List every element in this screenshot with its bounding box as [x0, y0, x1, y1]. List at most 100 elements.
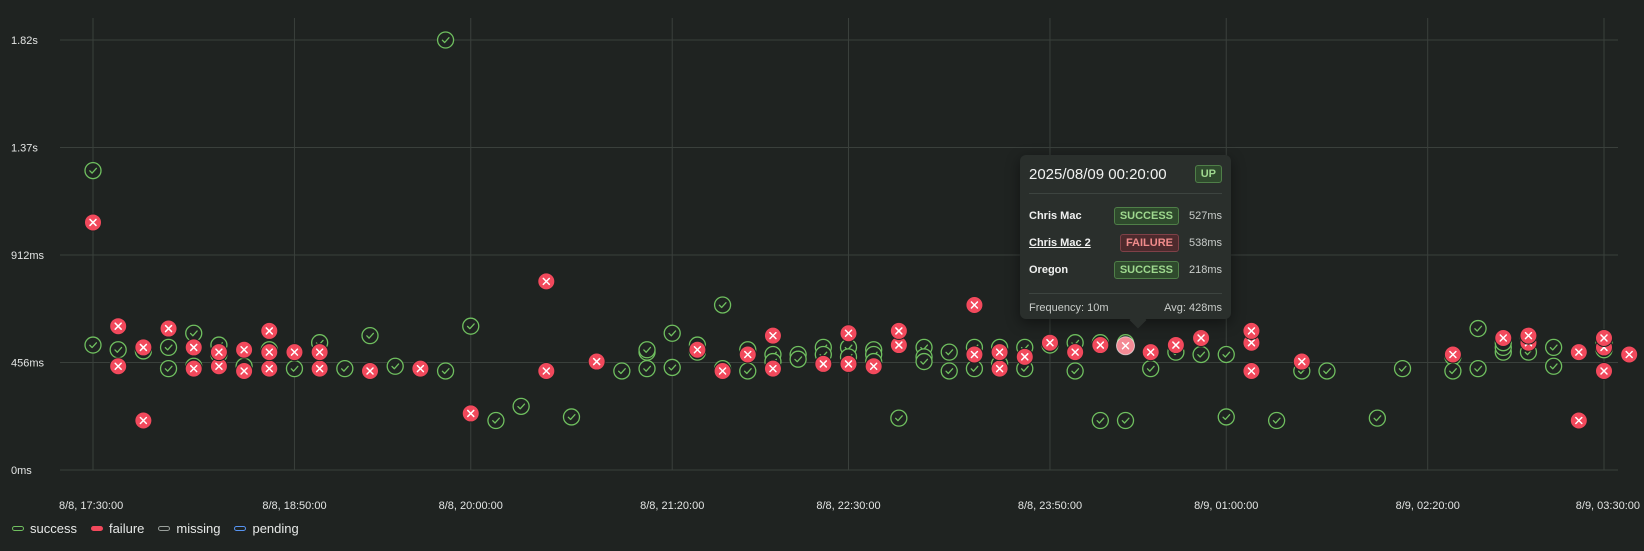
success-point[interactable] [1217, 345, 1235, 364]
failure-point[interactable] [738, 345, 757, 364]
success-point[interactable] [462, 317, 480, 335]
success-point[interactable] [1393, 359, 1412, 378]
failure-point[interactable] [1569, 343, 1588, 362]
success-point[interactable] [915, 352, 933, 371]
success-point[interactable] [285, 359, 304, 378]
failure-point[interactable] [1494, 328, 1513, 347]
success-point[interactable] [1368, 409, 1386, 427]
failure-point[interactable] [990, 343, 1009, 362]
success-point[interactable] [1544, 357, 1563, 375]
failure-point[interactable] [839, 354, 858, 373]
success-point[interactable] [1469, 359, 1487, 378]
failure-point[interactable] [235, 361, 254, 380]
failure-point[interactable] [990, 359, 1009, 378]
failure-point[interactable] [1066, 343, 1085, 362]
success-point[interactable] [1318, 362, 1336, 380]
failure-point[interactable] [1443, 345, 1462, 364]
failure-point[interactable] [235, 340, 254, 359]
failure-point[interactable] [260, 321, 279, 340]
failure-point[interactable] [84, 213, 102, 232]
success-point[interactable] [1444, 362, 1462, 380]
failure-point[interactable] [260, 343, 279, 362]
success-point[interactable] [361, 326, 379, 345]
failure-point[interactable] [184, 359, 203, 378]
failure-point[interactable] [537, 272, 556, 291]
failure-point[interactable] [134, 411, 153, 430]
success-point[interactable] [159, 338, 178, 357]
failure-point[interactable] [537, 361, 556, 380]
success-point[interactable] [1192, 345, 1210, 364]
failure-point[interactable] [411, 359, 430, 378]
failure-point[interactable] [1015, 347, 1034, 366]
success-point[interactable] [1116, 411, 1135, 430]
failure-point[interactable] [461, 404, 480, 423]
failure-point[interactable] [184, 338, 203, 357]
failure-point[interactable] [889, 321, 908, 340]
success-point[interactable] [436, 31, 455, 49]
failure-point[interactable] [1242, 321, 1261, 340]
failure-point[interactable] [763, 326, 782, 345]
failure-point[interactable] [1040, 333, 1059, 352]
success-point[interactable] [84, 336, 102, 354]
failure-point[interactable] [864, 357, 883, 376]
failure-point[interactable] [260, 359, 279, 378]
success-point[interactable] [487, 411, 505, 430]
tooltip-row-name-link[interactable]: Chris Mac 2 [1029, 237, 1120, 249]
failure-point[interactable] [839, 324, 858, 343]
success-point[interactable] [84, 161, 102, 180]
failure-point[interactable] [713, 361, 732, 380]
success-point[interactable] [436, 362, 455, 380]
failure-point[interactable] [310, 359, 329, 378]
failure-point[interactable] [285, 343, 304, 362]
legend-item-pending[interactable]: pending [234, 521, 299, 536]
legend-item-failure[interactable]: failure [90, 521, 144, 536]
failure-point[interactable] [1519, 326, 1538, 345]
failure-point[interactable] [109, 317, 128, 336]
failure-point[interactable] [587, 352, 606, 371]
failure-point[interactable] [1595, 361, 1613, 380]
success-point[interactable] [159, 359, 178, 378]
failure-point[interactable] [1292, 352, 1311, 371]
failure-point[interactable] [361, 361, 380, 380]
success-point[interactable] [1267, 411, 1286, 430]
success-point[interactable] [890, 409, 908, 427]
failure-point[interactable] [1192, 328, 1211, 347]
failure-point[interactable] [965, 295, 984, 314]
failure-point[interactable] [1242, 361, 1261, 380]
success-point[interactable] [613, 362, 631, 380]
success-point[interactable] [109, 341, 127, 359]
success-point[interactable] [1091, 411, 1109, 430]
success-point[interactable] [940, 343, 958, 361]
success-point[interactable] [638, 359, 656, 378]
success-point[interactable] [386, 357, 404, 375]
success-point[interactable] [1217, 408, 1235, 426]
success-point[interactable] [638, 341, 656, 359]
failure-point[interactable] [1595, 328, 1613, 347]
failure-point[interactable] [109, 357, 128, 376]
success-point[interactable] [1469, 319, 1487, 338]
failure-point[interactable] [965, 345, 984, 364]
success-point[interactable] [663, 324, 681, 342]
failure-point[interactable] [763, 359, 782, 378]
failure-point[interactable] [688, 340, 707, 359]
failure-point[interactable] [159, 319, 178, 338]
success-point[interactable] [1142, 359, 1160, 378]
failure-point[interactable] [1141, 343, 1160, 362]
success-point[interactable] [562, 408, 581, 426]
failure-point[interactable] [1620, 345, 1639, 364]
success-point[interactable] [663, 358, 681, 377]
failure-point[interactable] [310, 343, 329, 362]
failure-point[interactable] [1569, 411, 1588, 430]
legend-item-success[interactable]: success [12, 521, 77, 536]
failure-point[interactable] [1091, 336, 1110, 355]
success-point[interactable] [1066, 362, 1084, 380]
failure-point[interactable] [134, 338, 153, 357]
failure-point[interactable] [814, 354, 833, 373]
success-point[interactable] [713, 296, 732, 314]
legend-item-missing[interactable]: missing [158, 521, 220, 536]
success-point[interactable] [1544, 338, 1563, 357]
success-point[interactable] [512, 397, 530, 415]
success-point[interactable] [739, 362, 757, 380]
hovered-point[interactable] [1116, 336, 1136, 356]
success-point[interactable] [940, 362, 958, 380]
